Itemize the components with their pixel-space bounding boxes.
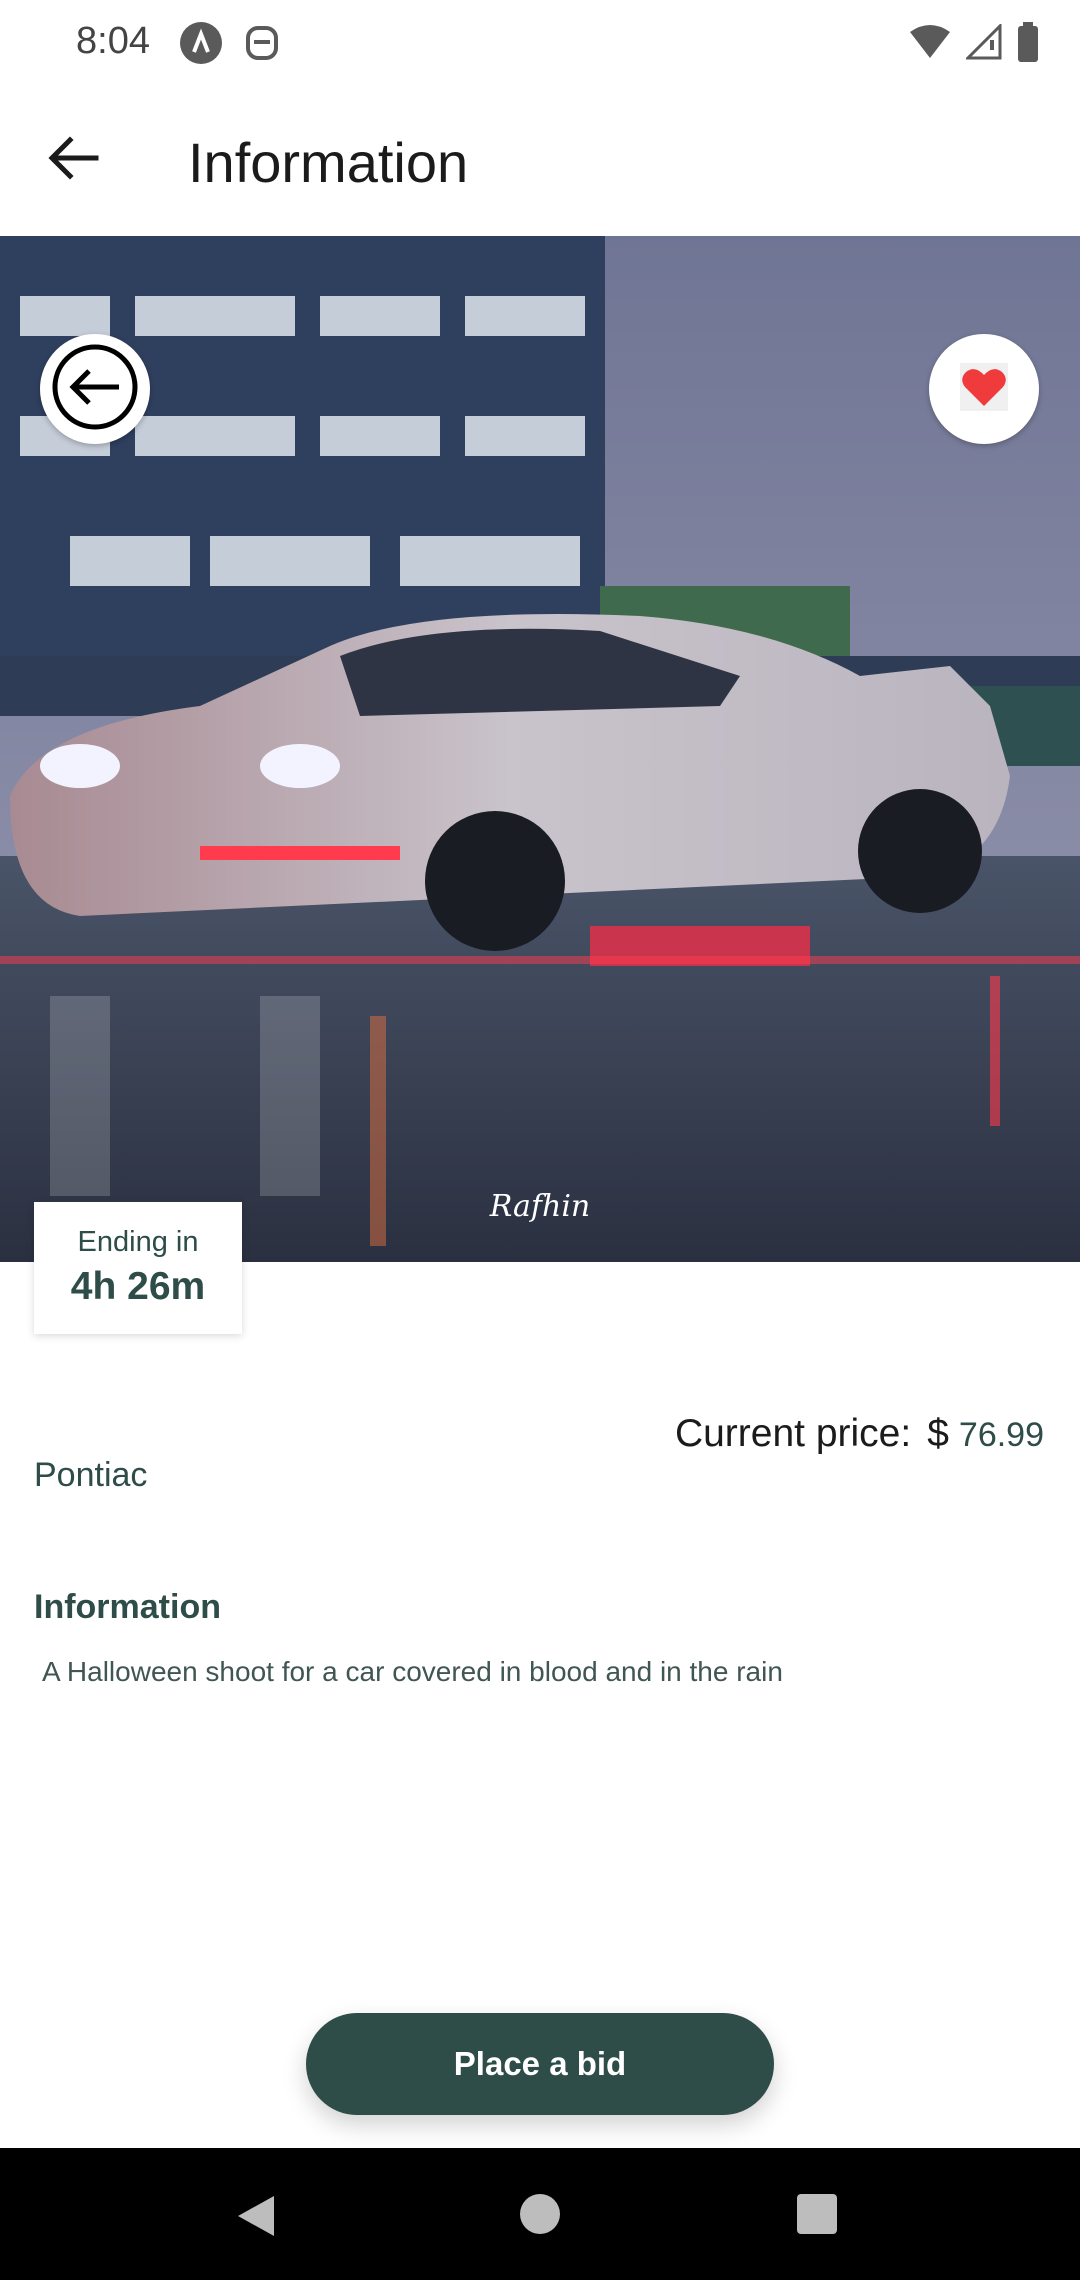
current-price-value: 76.99 — [958, 1416, 1044, 1454]
nav-home-icon[interactable] — [520, 2194, 560, 2234]
wifi-icon — [908, 24, 952, 65]
status-time: 8:04 — [76, 20, 150, 62]
status-bar: 8:04 — [0, 0, 1080, 88]
page-title: Information — [188, 131, 469, 194]
information-heading: Information — [34, 1588, 221, 1626]
current-price: Current price: $ 76.99 — [675, 1412, 1044, 1456]
status-right-icons — [908, 21, 1040, 67]
notification-icon — [244, 22, 280, 69]
nav-recent-icon[interactable] — [797, 2194, 837, 2234]
ending-in-card: Ending in 4h 26m — [34, 1202, 242, 1334]
car-photo: Rafhin — [0, 236, 1080, 1262]
battery-icon — [1016, 21, 1040, 67]
currency-symbol: $ — [927, 1412, 949, 1455]
current-price-label: Current price: — [674, 1412, 912, 1455]
hero-back-button[interactable] — [40, 334, 150, 444]
app-bar: Information — [0, 88, 1080, 236]
signal-icon — [964, 21, 1002, 65]
heart-icon — [957, 360, 1011, 419]
back-arrow-icon[interactable] — [44, 128, 104, 188]
place-bid-button[interactable]: Place a bid — [306, 2013, 774, 2115]
photo-watermark: Rafhin — [489, 1189, 591, 1224]
ending-in-label: Ending in — [77, 1226, 199, 1258]
car-name: Pontiac — [34, 1456, 148, 1494]
favorite-button[interactable] — [929, 334, 1039, 444]
nav-back-icon[interactable] — [236, 2194, 276, 2243]
circle-arrow-left-icon — [49, 341, 141, 438]
information-description: A Halloween shoot for a car covered in b… — [42, 1656, 783, 1687]
a-icon — [180, 22, 222, 64]
ending-in-value: 4h 26m — [70, 1265, 206, 1308]
system-nav-bar — [0, 2148, 1080, 2280]
